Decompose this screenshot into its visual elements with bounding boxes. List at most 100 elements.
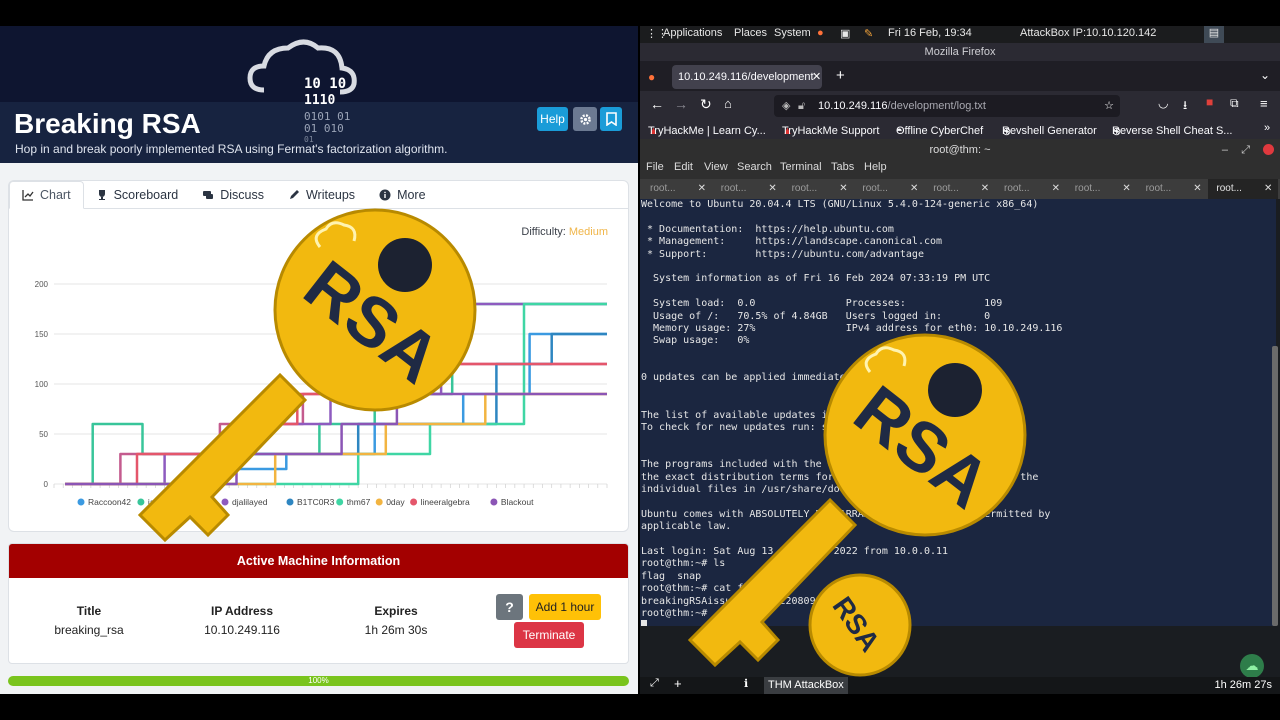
downloads-icon[interactable]: ⭳ — [1183, 96, 1187, 117]
machine-expires-value: 1h 26m 30s — [364, 623, 428, 637]
chart-y-tick-label: 0 — [44, 480, 49, 489]
terminal-tab[interactable]: root... ✕ — [854, 179, 924, 199]
tab-close-icon[interactable]: ✕ — [812, 70, 821, 83]
desktop-top-panel: ⋮⋮ Applications Places System ● ▣ ✎ Fri … — [640, 26, 1280, 43]
terminate-button[interactable]: Terminate — [514, 622, 584, 648]
terminal-line: * Management: https://landscape.canonica… — [641, 236, 943, 248]
terminal-tab[interactable]: root... ✕ — [784, 179, 854, 199]
hamburger-menu-icon[interactable]: ≡ — [1260, 96, 1268, 111]
home-icon[interactable]: ⌂ — [724, 96, 732, 111]
terminal-tab[interactable]: root... ✕ — [642, 179, 712, 199]
terminal-tab-label: root... — [1004, 183, 1030, 194]
gear-icon — [579, 113, 591, 125]
terminal-tab[interactable]: root... ✕ — [713, 179, 783, 199]
close-window-icon[interactable] — [1263, 144, 1274, 155]
terminal-menu-tabs[interactable]: Tabs — [831, 161, 854, 173]
browser-tab-strip: ● 10.10.249.116/development ✕ + ⌄ — [640, 61, 1280, 91]
room-progress-bar: 100% — [8, 676, 629, 686]
terminal-line: System load: 0.0 Processes: 109 — [641, 298, 1003, 310]
chart-y-tick-label: 150 — [35, 330, 49, 339]
rsa-key-fob-graphic: RSA — [808, 573, 912, 677]
rsa-key-graphic: RSA — [137, 208, 477, 543]
terminal-line: Welcome to Ubuntu 20.04.4 LTS (GNU/Linux… — [641, 199, 1039, 210]
machine-title-value: breaking_rsa — [54, 623, 124, 637]
rsa-key-group: RSA — [137, 208, 477, 543]
terminal-tab[interactable]: root... ✕ — [925, 179, 995, 199]
screenshot-root: 10 10 1110 0101 01 01 010 01 Breaking RS… — [0, 0, 1280, 720]
back-icon[interactable]: ← — [650, 96, 664, 112]
terminal-menu-edit[interactable]: Edit — [674, 161, 693, 173]
bookmarks-overflow-icon[interactable]: » — [1264, 122, 1270, 134]
terminal-tab-label: root... — [791, 183, 818, 194]
terminal-tab[interactable]: root... ✕ — [1208, 179, 1279, 199]
terminal-tab-close-icon[interactable]: ✕ — [1193, 179, 1201, 199]
terminal-tab-close-icon[interactable]: ✕ — [1052, 179, 1060, 199]
browser-tab[interactable]: 10.10.249.116/development — [672, 65, 822, 89]
bookmark-button[interactable] — [600, 107, 622, 131]
binary-line-1: 10 10 — [304, 76, 346, 92]
tab-list-chevron-icon[interactable]: ⌄ — [1260, 68, 1270, 82]
extension-icon[interactable]: ■ — [1206, 95, 1213, 109]
terminal-tab[interactable]: root... ✕ — [1138, 179, 1208, 199]
thm-cloud-icon[interactable]: ☁ — [1240, 654, 1264, 678]
reload-icon[interactable]: ↻ — [700, 96, 712, 113]
star-icon[interactable]: ☆ — [1104, 95, 1114, 117]
bookmark-cheatsheet-label: Reverse Shell Cheat S... — [1112, 125, 1233, 137]
terminal-menu-help[interactable]: Help — [864, 161, 887, 173]
terminal-menu-view[interactable]: View — [704, 161, 728, 173]
maximize-icon[interactable]: ⤢ — [1241, 139, 1250, 161]
room-progress-fill: 100% — [8, 676, 629, 686]
taskbar-timer: 1h 26m 27s — [1214, 679, 1272, 691]
url-host: 10.10.249.116 — [818, 100, 888, 112]
key-shaft — [137, 372, 308, 543]
new-tab-icon[interactable]: + — [836, 67, 845, 84]
room-banner: 10 10 1110 0101 01 01 010 01 Breaking RS… — [0, 26, 638, 163]
terminal-menu-bar: File Edit View Search Terminal Tabs Help — [640, 161, 1280, 179]
shield-icon: ◈ — [782, 100, 791, 112]
browser-nav-bar: ← → ↻ ⌂ ◈ 🔓︎ 10.10.249.116/development/l… — [640, 91, 1280, 119]
terminal-menu-terminal[interactable]: Terminal — [780, 161, 822, 173]
menu-system[interactable]: System — [774, 27, 811, 39]
terminal-tab-close-icon[interactable]: ✕ — [981, 179, 989, 199]
terminal-title: root@thm: ~ — [929, 144, 991, 156]
help-button[interactable]: Help — [537, 107, 568, 131]
terminal-line: * Support: https://ubuntu.com/advantage — [641, 248, 924, 260]
terminal-tab-label: root... — [720, 183, 747, 194]
terminal-tab-close-icon[interactable]: ✕ — [1264, 179, 1272, 199]
terminal-launcher-icon[interactable]: ▣ — [840, 27, 850, 40]
fullscreen-icon[interactable]: ⤢ — [650, 677, 659, 690]
terminal-tab-close-icon[interactable]: ✕ — [839, 179, 847, 199]
editor-launcher-icon[interactable]: ✎ — [864, 27, 873, 40]
terminal-tab-close-icon[interactable]: ✕ — [1122, 179, 1130, 199]
firefox-view-icon[interactable]: ● — [648, 70, 655, 84]
bookmarks-bar: ▲ TryHackMe | Learn Cy... ▲ TryHackMe Su… — [640, 119, 1280, 139]
terminal-tab-close-icon[interactable]: ✕ — [698, 179, 706, 199]
panel-window-icon[interactable]: ▤ — [1204, 26, 1224, 43]
machine-expires-col: Expires 1h 26m 30s — [346, 604, 446, 637]
pocket-icon[interactable]: ◡ — [1158, 96, 1168, 110]
terminal-tab-label: root... — [862, 183, 888, 194]
forward-icon[interactable]: → — [674, 96, 688, 112]
terminal-tab[interactable]: root... ✕ — [996, 179, 1066, 199]
extensions-icon[interactable]: ⧉ — [1230, 96, 1239, 111]
terminal-menu-file[interactable]: File — [646, 161, 664, 173]
terminal-menu-search[interactable]: Search — [737, 161, 772, 173]
terminal-tab-label: root... — [933, 183, 959, 194]
minimize-icon[interactable]: – — [1222, 139, 1228, 161]
add-hour-button[interactable]: Add 1 hour — [529, 594, 601, 620]
url-bar[interactable]: ◈ 🔓︎ 10.10.249.116/development/log.txt ☆ — [774, 95, 1120, 117]
terminal-scrollbar[interactable] — [1272, 346, 1278, 626]
terminal-tab-label: root... — [650, 183, 676, 194]
terminal-tab-close-icon[interactable]: ✕ — [910, 179, 918, 199]
room-title: Breaking RSA — [14, 108, 201, 139]
settings-button[interactable] — [573, 107, 597, 131]
firefox-launcher-icon[interactable]: ● — [817, 27, 824, 39]
menu-places[interactable]: Places — [734, 27, 767, 39]
attackbox-ip: AttackBox IP:10.10.120.142 — [1020, 27, 1157, 39]
terminal-tab-close-icon[interactable]: ✕ — [768, 179, 776, 199]
terminal-tab[interactable]: root... ✕ — [1067, 179, 1137, 199]
machine-help-button[interactable]: ? — [496, 594, 523, 620]
url-path: /development/log.txt — [887, 100, 986, 112]
menu-applications[interactable]: Applications — [663, 27, 722, 39]
